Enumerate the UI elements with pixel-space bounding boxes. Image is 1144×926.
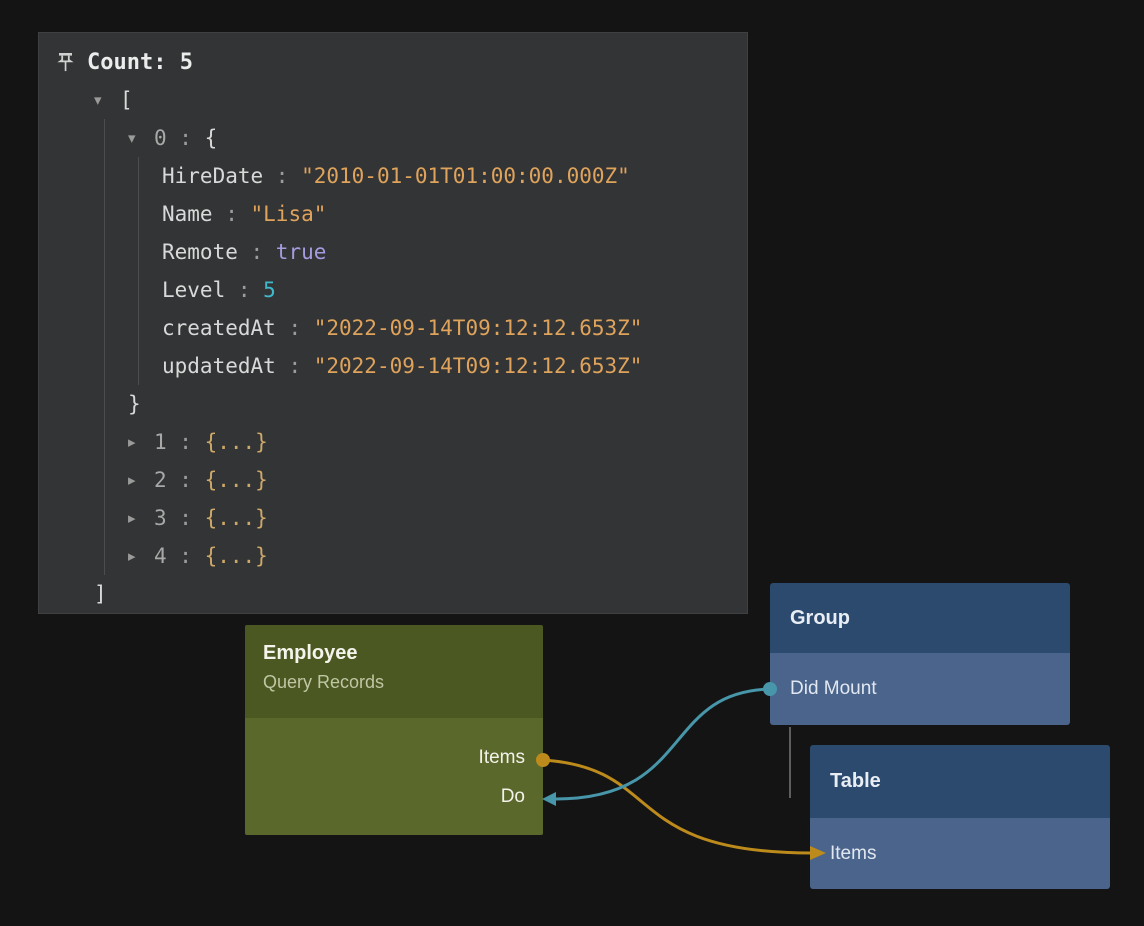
node-group[interactable]: Group Did Mount bbox=[770, 583, 1070, 725]
array-children: ▾0 : { HireDate : "2010-01-01T01:00:00.0… bbox=[104, 119, 729, 575]
json-row-array-open: ▾[ bbox=[94, 81, 729, 119]
port-did-mount[interactable]: Did Mount bbox=[770, 653, 1070, 725]
json-row-array-close: ] bbox=[94, 575, 729, 613]
object-close-brace: } bbox=[128, 392, 141, 416]
node-employee[interactable]: Employee Query Records Items Do bbox=[245, 625, 543, 835]
node-table-header[interactable]: Table bbox=[810, 745, 1110, 818]
chevron-right-icon[interactable]: ▸ bbox=[128, 547, 154, 565]
chevron-right-icon[interactable]: ▸ bbox=[128, 471, 154, 489]
property-value: "Lisa" bbox=[251, 202, 327, 226]
json-row-item-2: ▸2 : {...} bbox=[128, 461, 729, 499]
collapsed-object-preview: {...} bbox=[205, 468, 268, 492]
collapsed-object-preview: {...} bbox=[205, 544, 268, 568]
json-tree: ▾[ ▾0 : { HireDate : "2010-01-01T01:00:0… bbox=[57, 81, 729, 613]
node-group-header[interactable]: Group bbox=[770, 583, 1070, 653]
chevron-down-icon[interactable]: ▾ bbox=[128, 129, 154, 147]
json-row-item-1: ▸1 : {...} bbox=[128, 423, 729, 461]
data-inspector-panel: Count: 5 ▾[ ▾0 : { HireDate : "2010-01-0… bbox=[38, 32, 748, 614]
chevron-right-icon[interactable]: ▸ bbox=[128, 509, 154, 527]
json-property-row-hiredate: HireDate : "2010-01-01T01:00:00.000Z" bbox=[162, 157, 729, 195]
property-value: "2022-09-14T09:12:12.653Z" bbox=[314, 316, 643, 340]
property-key: updatedAt bbox=[162, 354, 276, 378]
item-index: 0 bbox=[154, 126, 167, 150]
json-row-object-0-close: } bbox=[128, 385, 729, 423]
property-key: HireDate bbox=[162, 164, 263, 188]
property-key: createdAt bbox=[162, 316, 276, 340]
json-property-row-remote: Remote : true bbox=[162, 233, 729, 271]
json-row-object-0: ▾0 : { bbox=[128, 119, 729, 157]
wire-employee-items-to-table-items[interactable] bbox=[543, 760, 812, 853]
array-close-bracket: ] bbox=[94, 582, 107, 606]
property-value: true bbox=[276, 240, 327, 264]
port-label: Did Mount bbox=[790, 678, 877, 700]
object-open-brace: { bbox=[205, 126, 218, 150]
item-index: 1 bbox=[154, 430, 167, 454]
node-employee-header[interactable]: Employee Query Records bbox=[245, 625, 543, 718]
property-key: Level bbox=[162, 278, 225, 302]
node-subtitle: Query Records bbox=[263, 672, 525, 693]
object-0-children: HireDate : "2010-01-01T01:00:00.000Z" Na… bbox=[138, 157, 729, 385]
json-property-row-level: Level : 5 bbox=[162, 271, 729, 309]
count-label: Count: 5 bbox=[87, 50, 193, 75]
port-label: Items bbox=[830, 843, 876, 865]
wire-teal-arrowhead-icon bbox=[542, 792, 556, 806]
json-property-row-name: Name : "Lisa" bbox=[162, 195, 729, 233]
collapsed-object-preview: {...} bbox=[205, 430, 268, 454]
node-title: Table bbox=[830, 770, 881, 793]
property-key: Remote bbox=[162, 240, 238, 264]
json-row-item-4: ▸4 : {...} bbox=[128, 537, 729, 575]
node-table[interactable]: Table Items bbox=[810, 745, 1110, 889]
wire-group-didmount-to-employee-do[interactable] bbox=[556, 689, 770, 799]
json-property-row-updatedat: updatedAt : "2022-09-14T09:12:12.653Z" bbox=[162, 347, 729, 385]
json-property-row-createdat: createdAt : "2022-09-14T09:12:12.653Z" bbox=[162, 309, 729, 347]
node-title: Employee bbox=[263, 642, 525, 665]
node-employee-body: Items Do bbox=[245, 718, 543, 835]
item-index: 2 bbox=[154, 468, 167, 492]
property-value: "2010-01-01T01:00:00.000Z" bbox=[301, 164, 630, 188]
input-port-do[interactable]: Do bbox=[501, 777, 525, 816]
item-index: 4 bbox=[154, 544, 167, 568]
property-key: Name bbox=[162, 202, 213, 226]
chevron-down-icon[interactable]: ▾ bbox=[94, 91, 120, 109]
property-value: "2022-09-14T09:12:12.653Z" bbox=[314, 354, 643, 378]
json-row-item-3: ▸3 : {...} bbox=[128, 499, 729, 537]
node-title: Group bbox=[790, 607, 850, 630]
collapsed-object-preview: {...} bbox=[205, 506, 268, 530]
chevron-right-icon[interactable]: ▸ bbox=[128, 433, 154, 451]
item-index: 3 bbox=[154, 506, 167, 530]
array-open-bracket: [ bbox=[120, 88, 133, 112]
inspector-header: Count: 5 bbox=[57, 43, 729, 81]
pin-icon[interactable] bbox=[57, 52, 74, 73]
port-items[interactable]: Items bbox=[810, 818, 1110, 889]
output-port-items[interactable]: Items bbox=[479, 738, 525, 777]
property-value: 5 bbox=[263, 278, 276, 302]
